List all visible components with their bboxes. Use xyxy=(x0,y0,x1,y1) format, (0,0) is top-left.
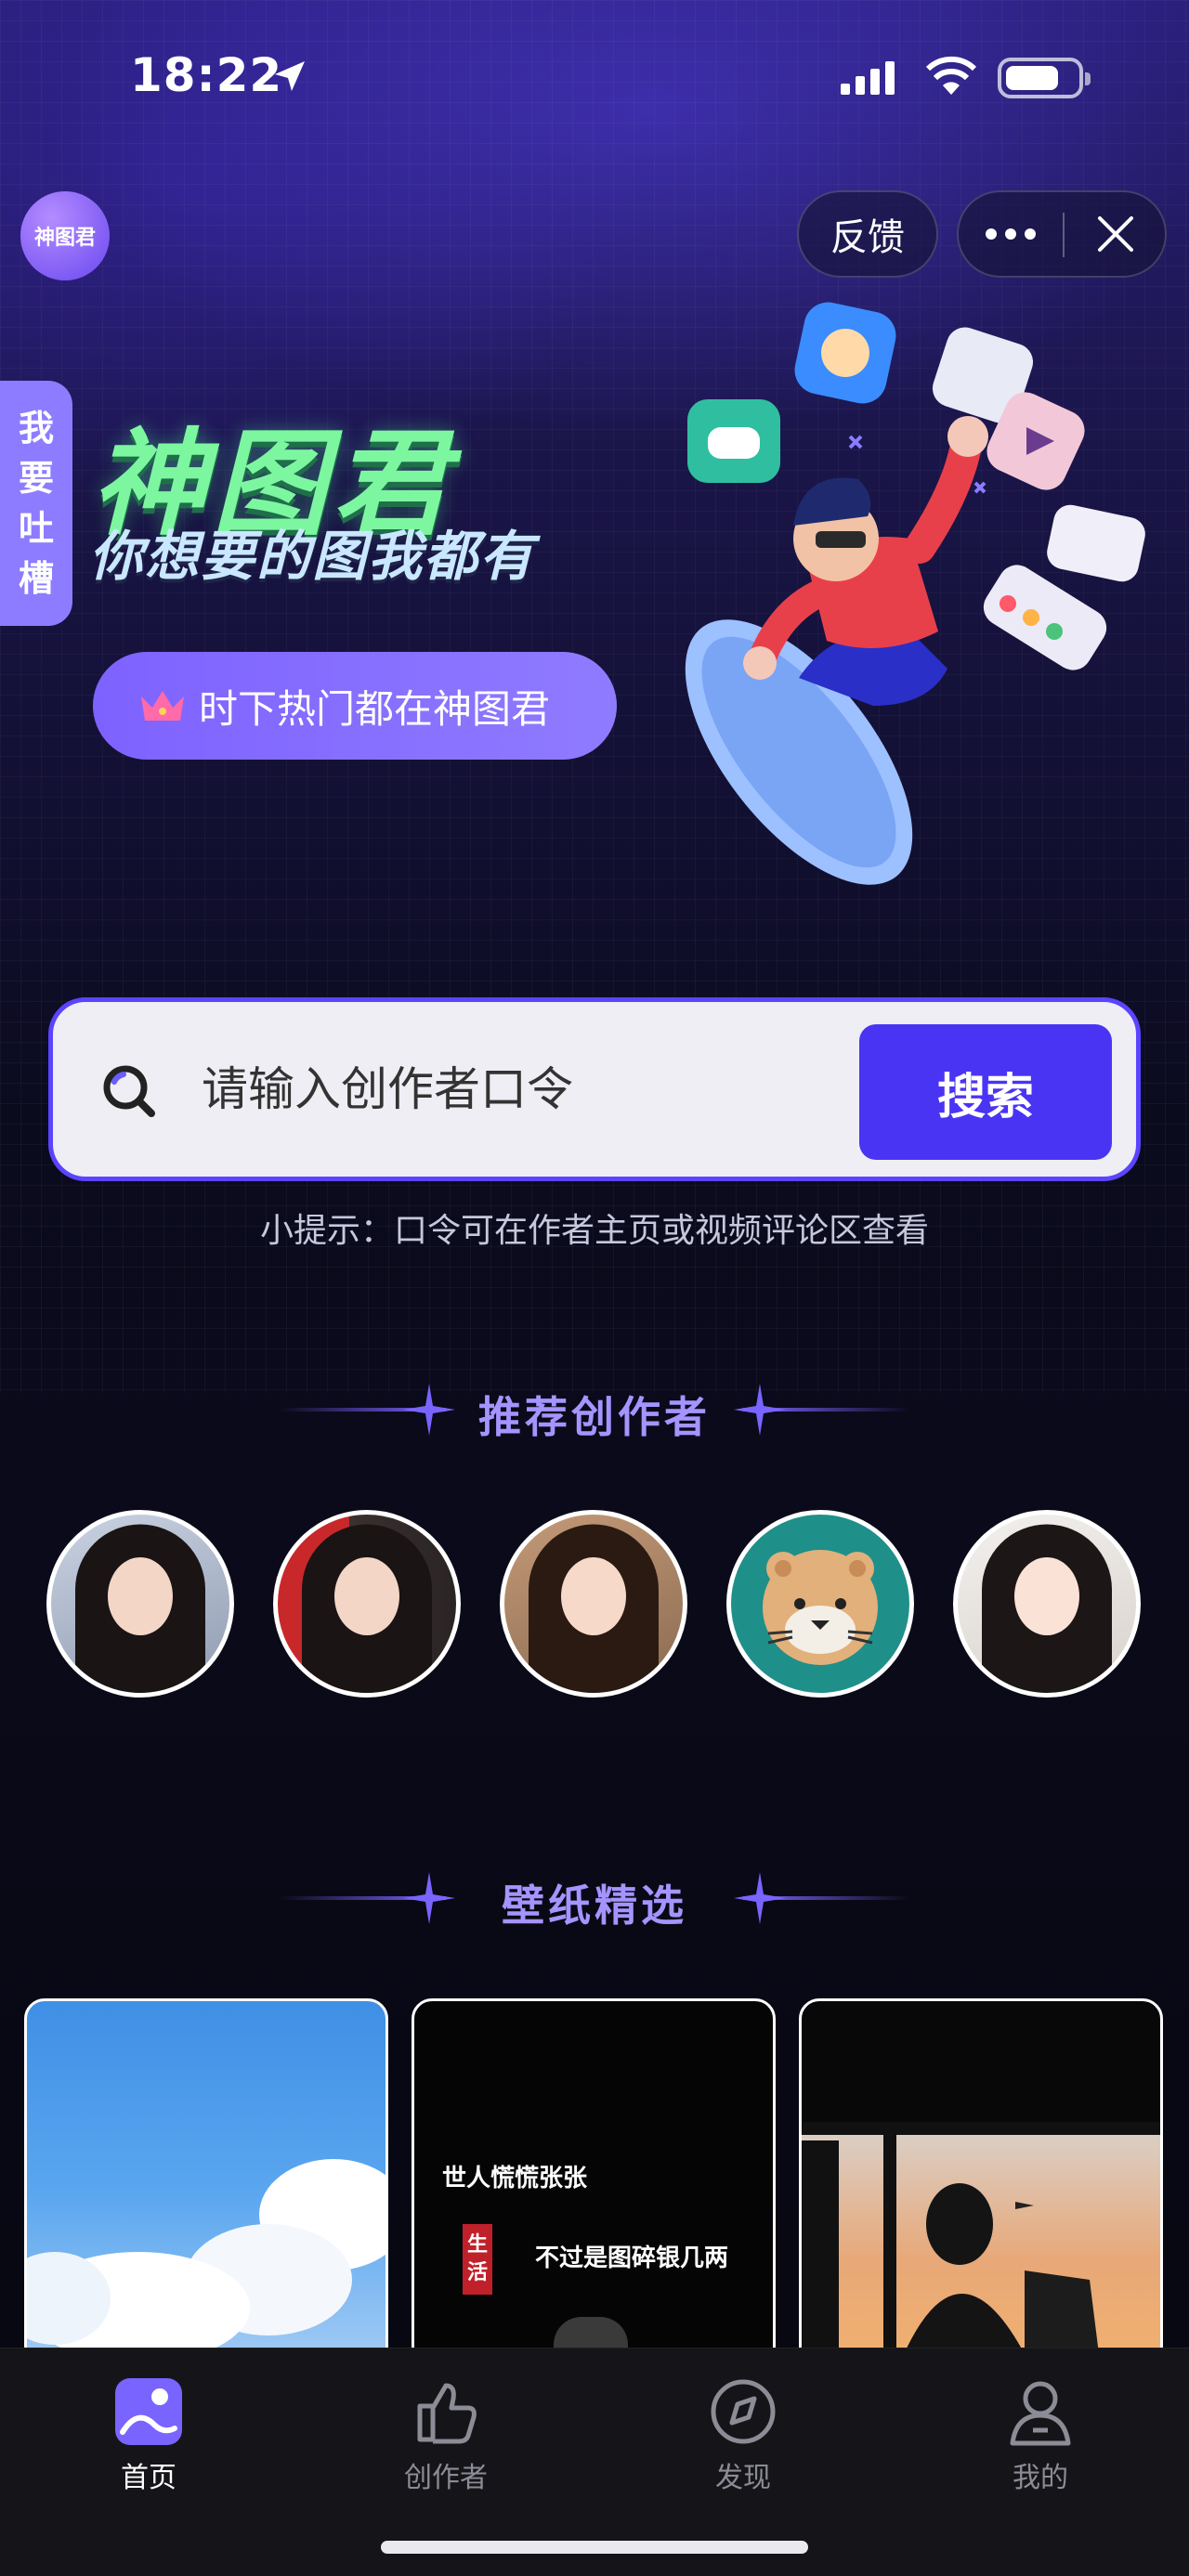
tab-label: 发现 xyxy=(715,2462,771,2494)
compass-icon xyxy=(711,2379,776,2444)
search-box: 搜索 xyxy=(48,997,1141,1181)
tab-creators[interactable]: 创作者 xyxy=(353,2365,539,2495)
home-indicator xyxy=(381,2541,808,2554)
status-time: 18:22 xyxy=(130,48,283,102)
wallpaper-tag: 生活 xyxy=(463,2224,492,2295)
trending-pill-label: 时下热门都在神图君 xyxy=(199,685,551,732)
creator-avatar[interactable] xyxy=(273,1510,461,1698)
title-divider-right xyxy=(743,1896,910,1900)
title-divider-right xyxy=(743,1408,910,1412)
sunset-window-image xyxy=(802,2122,1160,2348)
search-button[interactable]: 搜索 xyxy=(859,1024,1112,1160)
creator-avatar[interactable] xyxy=(726,1510,914,1698)
wallpaper-text: 世人慌慌张张 xyxy=(442,2165,588,2192)
wallpaper-grid: 世人慌慌张张 生活 不过是图碎银几两 xyxy=(24,1998,1165,2351)
complaint-side-tab[interactable]: 我 要 吐 槽 xyxy=(0,381,72,626)
wallpaper-text: 不过是图碎银几两 xyxy=(535,2244,729,2272)
section-label: 推荐创作者 xyxy=(478,1392,711,1442)
wifi-icon xyxy=(925,56,977,95)
tab-home[interactable]: 首页 xyxy=(56,2365,242,2495)
creator-avatar[interactable] xyxy=(500,1510,687,1698)
profile-icon xyxy=(1010,2381,1071,2446)
more-button[interactable] xyxy=(959,192,1063,276)
tab-label: 创作者 xyxy=(404,2462,488,2494)
wallpaper-card[interactable]: 世人慌慌张张 生活 不过是图碎银几两 xyxy=(412,1998,776,2351)
close-icon xyxy=(1098,216,1133,252)
tab-label: 首页 xyxy=(121,2462,176,2494)
brand-slogan: 你想要的图我都有 xyxy=(89,525,536,588)
cellular-signal-icon xyxy=(841,61,895,95)
wallpaper-card[interactable] xyxy=(24,1998,388,2351)
search-input[interactable] xyxy=(202,1002,889,1177)
tab-label: 我的 xyxy=(1013,2462,1068,2494)
creator-avatar[interactable] xyxy=(46,1510,234,1698)
creator-list xyxy=(46,1510,1143,1699)
wallpaper-shape xyxy=(554,2317,628,2348)
miniprogram-capsule xyxy=(957,190,1167,278)
tab-profile[interactable]: 我的 xyxy=(947,2365,1133,2495)
feedback-button[interactable]: 反馈 xyxy=(797,190,938,278)
close-button[interactable] xyxy=(1065,192,1167,276)
thumbs-up-icon xyxy=(417,2383,477,2444)
section-label: 壁纸精选 xyxy=(502,1880,687,1931)
side-tab-char: 我 xyxy=(18,408,54,449)
side-tab-char: 吐 xyxy=(18,508,54,549)
wallpaper-card[interactable] xyxy=(799,1998,1163,2351)
trending-pill-button[interactable]: 时下热门都在神图君 xyxy=(93,652,617,760)
location-arrow-icon xyxy=(275,61,305,91)
section-title-creators: 推荐创作者 xyxy=(0,1373,1189,1447)
crown-icon xyxy=(141,691,184,721)
cloud-image xyxy=(27,2159,385,2348)
more-dots-icon xyxy=(986,228,1036,240)
side-tab-char: 槽 xyxy=(18,558,54,599)
search-icon xyxy=(103,1065,155,1117)
tab-discover[interactable]: 发现 xyxy=(650,2365,836,2495)
app-logo[interactable]: 神图君 xyxy=(20,191,110,280)
search-tip: 小提示：口令可在作者主页或视频评论区查看 xyxy=(259,1212,929,1250)
lion-face-icon xyxy=(763,1550,878,1665)
home-icon xyxy=(115,2378,182,2445)
battery-icon xyxy=(998,58,1091,98)
side-tab-char: 要 xyxy=(18,458,54,499)
status-bar: 18:22 xyxy=(0,0,1189,158)
creator-avatar[interactable] xyxy=(953,1510,1141,1698)
snowboarder-illustration xyxy=(685,302,1145,885)
section-title-wallpapers: 壁纸精选 xyxy=(0,1861,1189,1935)
